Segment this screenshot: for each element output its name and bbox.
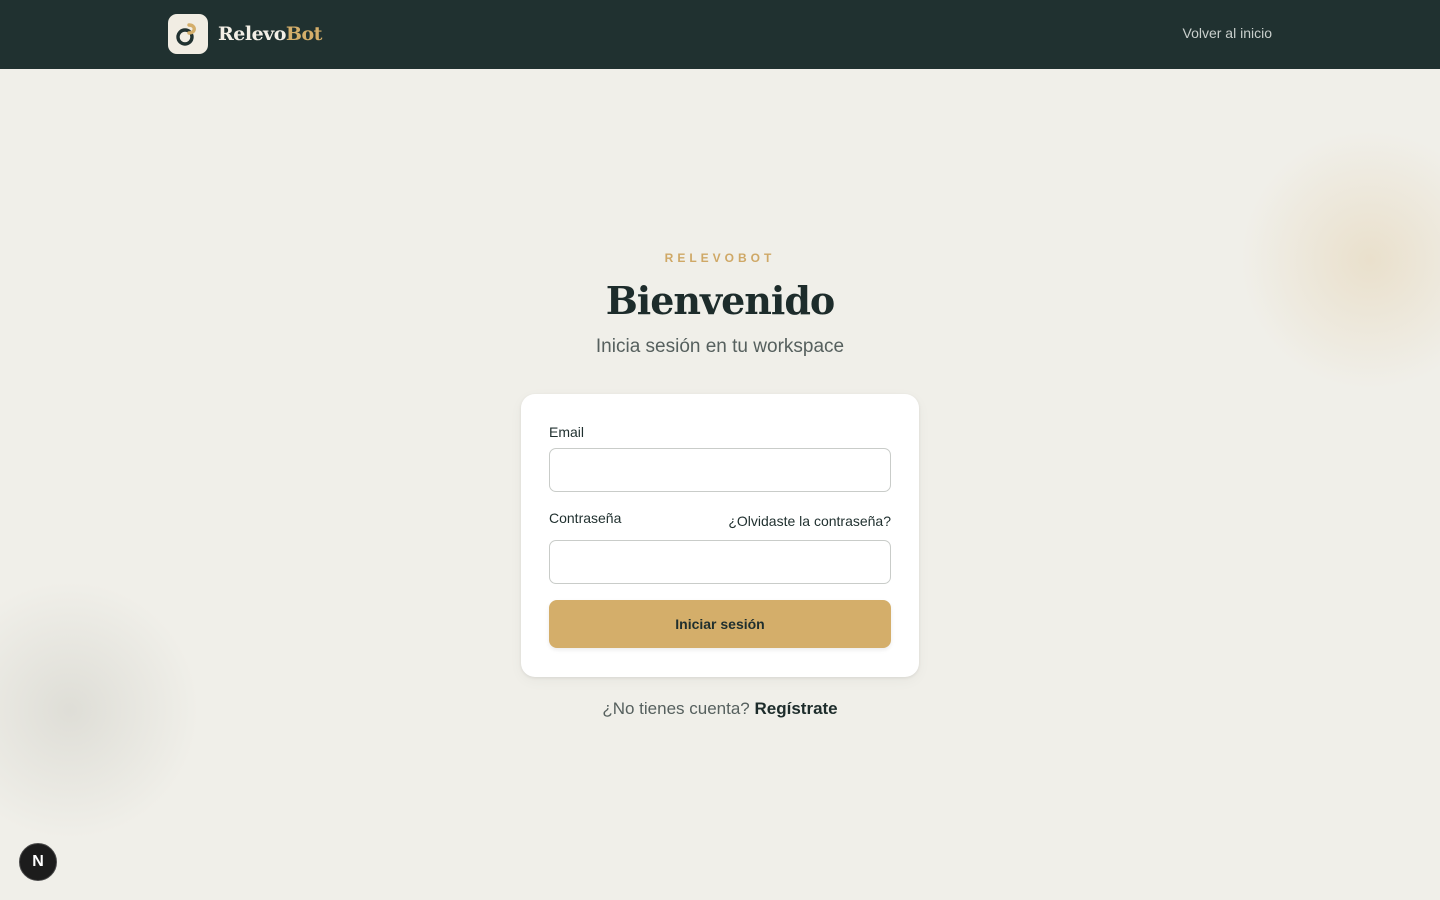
eyebrow-label: RELEVOBOT: [664, 251, 776, 265]
back-to-home-link[interactable]: Volver al inicio: [1183, 25, 1273, 41]
brand-name: RelevoBot: [218, 23, 322, 45]
email-field[interactable]: [549, 448, 891, 492]
login-card: Email Contraseña ¿Olvidaste la contraseñ…: [521, 394, 919, 677]
forgot-password-link[interactable]: ¿Olvidaste la contraseña?: [728, 513, 891, 529]
brand[interactable]: RelevoBot: [168, 14, 322, 54]
brand-name-part1: Relevo: [218, 23, 286, 45]
dev-tools-badge-icon[interactable]: N: [19, 843, 57, 881]
brand-name-part2: Bot: [285, 23, 323, 45]
email-label: Email: [549, 424, 585, 440]
page-subtitle: Inicia sesión en tu workspace: [595, 336, 845, 357]
password-label: Contraseña: [549, 510, 622, 526]
relevobot-logo-icon: [168, 14, 208, 54]
page-title: Bienvenido: [605, 278, 836, 323]
no-account-text: ¿No tienes cuenta?: [602, 699, 750, 718]
password-field[interactable]: [549, 540, 891, 584]
signup-prompt: ¿No tienes cuenta? Regístrate: [0, 699, 1440, 719]
register-link[interactable]: Regístrate: [755, 699, 838, 718]
login-button[interactable]: Iniciar sesión: [549, 600, 891, 648]
top-navbar: RelevoBot Volver al inicio: [0, 0, 1440, 69]
